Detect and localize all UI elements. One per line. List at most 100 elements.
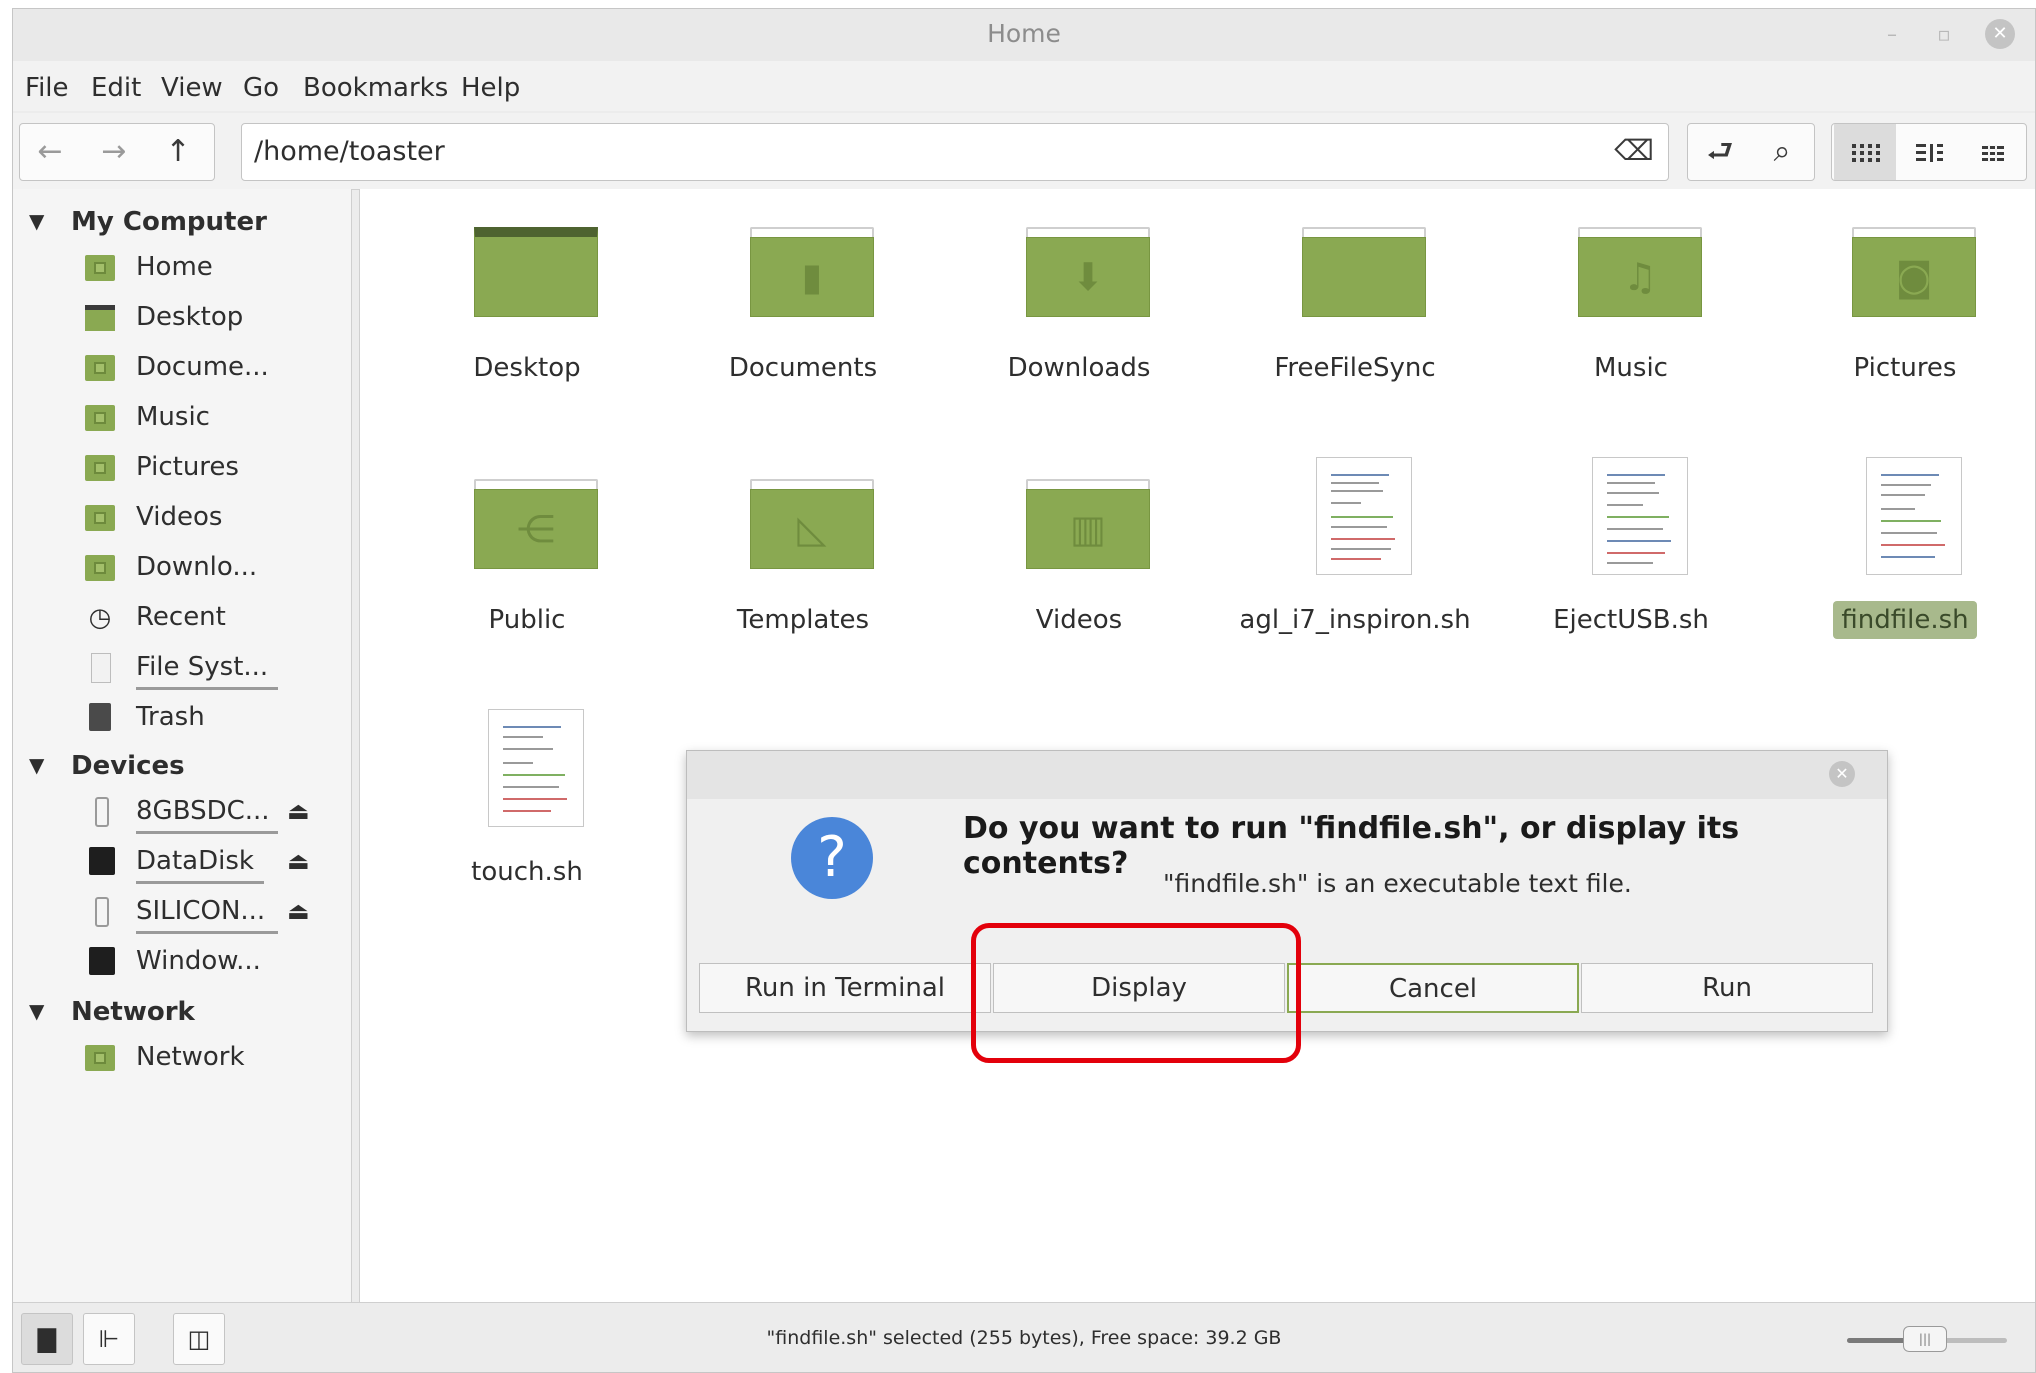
search-icon[interactable]: ⌕ [1752, 124, 1812, 180]
public-folder-icon: ⋲ [474, 479, 598, 569]
sidebar-item-documents[interactable]: Docume... [13, 345, 351, 393]
script-file-icon [1866, 457, 1962, 575]
eject-icon[interactable]: ⏏ [287, 797, 310, 825]
file-item-ejectusb[interactable]: EjectUSB.sh [1496, 449, 1766, 689]
sidebar-item-recent[interactable]: ◷ Recent [13, 595, 351, 643]
status-bar: ▇ ⊩ ◫ "findfile.sh" selected (255 bytes)… [13, 1302, 2035, 1372]
templates-folder-icon: ◺ [750, 479, 874, 569]
expander-down-icon[interactable]: ▼ [29, 753, 44, 777]
trash-icon [89, 703, 111, 731]
menu-help[interactable]: Help [461, 73, 520, 103]
sidebar-item-trash[interactable]: Trash [13, 695, 351, 743]
sidebar-item-label: SILICON... [136, 896, 266, 926]
network-folder-icon [85, 1045, 115, 1071]
videos-folder-icon: ▥ [1026, 479, 1150, 569]
back-arrow-icon[interactable]: ← [20, 124, 80, 180]
sidebar-item-network[interactable]: Network [13, 1035, 351, 1083]
file-item-agl-i7-inspiron[interactable]: agl_i7_inspiron.sh [1220, 449, 1490, 689]
sidebar-item-label: Docume... [136, 352, 269, 382]
sidebar-item-desktop[interactable]: Desktop [13, 295, 351, 343]
sidebar-item-downloads[interactable]: Downlo... [13, 545, 351, 593]
cancel-button[interactable]: Cancel [1287, 963, 1579, 1013]
sidebar-item-silicon[interactable]: SILICON... ⏏ [13, 889, 351, 937]
file-item-templates[interactable]: ◺ Templates [668, 449, 938, 689]
sidebar-item-home[interactable]: Home [13, 245, 351, 293]
hard-disk-icon [89, 947, 115, 975]
title-bar[interactable]: Home – ▫ ✕ [13, 9, 2035, 62]
menu-bookmarks[interactable]: Bookmarks [303, 73, 448, 103]
menu-view[interactable]: View [161, 73, 223, 103]
file-item-music[interactable]: ♫ Music [1496, 197, 1766, 437]
toggle-location-icon[interactable]: ⮐ [1690, 124, 1750, 180]
usage-bar [136, 881, 264, 884]
file-item-documents[interactable]: ▮ Documents [668, 197, 938, 437]
file-name: agl_i7_inspiron.sh [1239, 605, 1471, 635]
file-item-freefilesync[interactable]: FreeFileSync [1220, 197, 1490, 437]
script-file-icon [1592, 457, 1688, 575]
usage-bar [136, 687, 278, 690]
run-in-terminal-button[interactable]: Run in Terminal [699, 963, 991, 1013]
sidebar-item-8gbsdc[interactable]: 8GBSDC... ⏏ [13, 789, 351, 837]
sidebar-item-pictures[interactable]: Pictures [13, 445, 351, 493]
forward-arrow-icon[interactable]: → [84, 124, 144, 180]
clock-icon: ◷ [88, 603, 112, 633]
sidebar-item-windows[interactable]: Window... [13, 939, 351, 987]
menu-bar: File Edit View Go Bookmarks Help [13, 61, 2035, 111]
sidebar-item-label: Recent [136, 602, 226, 632]
sidebar-item-music[interactable]: Music [13, 395, 351, 443]
clear-location-icon[interactable]: ⌫ [1614, 133, 1654, 169]
dialog-close-icon[interactable]: ✕ [1829, 761, 1855, 787]
sidebar-item-label: Desktop [136, 302, 244, 332]
section-label: My Computer [71, 207, 267, 237]
file-item-desktop[interactable]: Desktop [392, 197, 662, 437]
list-view-icon[interactable] [1898, 124, 1960, 180]
zoom-slider-handle[interactable]: ||| [1903, 1326, 1947, 1352]
file-item-downloads[interactable]: ⬇ Downloads [944, 197, 1214, 437]
sidebar-section-network[interactable]: ▼ Network [13, 991, 351, 1035]
script-file-icon [1316, 457, 1412, 575]
file-item-public[interactable]: ⋲ Public [392, 449, 662, 689]
menu-edit[interactable]: Edit [91, 73, 141, 103]
eject-icon[interactable]: ⏏ [287, 847, 310, 875]
documents-folder-icon: ▮ [750, 227, 874, 317]
run-button[interactable]: Run [1581, 963, 1873, 1013]
file-name: Templates [736, 605, 870, 635]
file-item-findfile[interactable]: findfile.sh [1770, 449, 2035, 689]
file-item-pictures[interactable]: ◙ Pictures [1770, 197, 2035, 437]
view-mode-buttons [1831, 123, 2027, 181]
maximize-icon[interactable]: ▫ [1929, 19, 1959, 49]
compact-view-icon[interactable] [1962, 124, 2024, 180]
file-name: EjectUSB.sh [1553, 605, 1709, 635]
file-name: Documents [728, 353, 878, 383]
sidebar-item-datadisk[interactable]: DataDisk ⏏ [13, 839, 351, 887]
location-bar[interactable]: /home/toaster ⌫ [241, 123, 1669, 181]
file-name: touch.sh [471, 857, 583, 887]
sidebar-section-my-computer[interactable]: ▼ My Computer [13, 201, 351, 245]
minimize-icon[interactable]: – [1877, 19, 1907, 49]
sidebar-section-devices[interactable]: ▼ Devices [13, 745, 351, 789]
expander-down-icon[interactable]: ▼ [29, 209, 44, 233]
dialog-title-bar[interactable]: ✕ [687, 751, 1887, 799]
sidebar-item-file-system[interactable]: File Syst... [13, 645, 351, 693]
file-view[interactable]: Desktop ▮ Documents ⬇ Downloads FreeFile… [359, 189, 2035, 1302]
script-file-icon [488, 709, 584, 827]
sidebar-item-videos[interactable]: Videos [13, 495, 351, 543]
file-item-touch[interactable]: touch.sh [392, 701, 662, 941]
eject-icon[interactable]: ⏏ [287, 897, 310, 925]
hard-disk-icon [89, 847, 115, 875]
menu-file[interactable]: File [25, 73, 69, 103]
usb-drive-icon [95, 897, 109, 927]
expander-down-icon[interactable]: ▼ [29, 999, 44, 1023]
up-arrow-icon[interactable]: ↑ [148, 124, 208, 180]
file-item-videos[interactable]: ▥ Videos [944, 449, 1214, 689]
sidebar: ▼ My Computer Home Desktop Docume... Mus… [13, 189, 352, 1302]
music-folder-icon: ♫ [1578, 227, 1702, 317]
menu-go[interactable]: Go [243, 73, 279, 103]
icon-view-icon[interactable] [1834, 124, 1896, 180]
home-folder-icon [85, 255, 115, 281]
sidebar-item-label: DataDisk [136, 846, 254, 876]
toolbar: ← → ↑ /home/toaster ⌫ ⮐ ⌕ [13, 113, 2035, 190]
window-close-icon[interactable]: ✕ [1985, 19, 2015, 49]
selected-file-label: findfile.sh [1833, 601, 1977, 639]
section-label: Network [71, 997, 195, 1027]
